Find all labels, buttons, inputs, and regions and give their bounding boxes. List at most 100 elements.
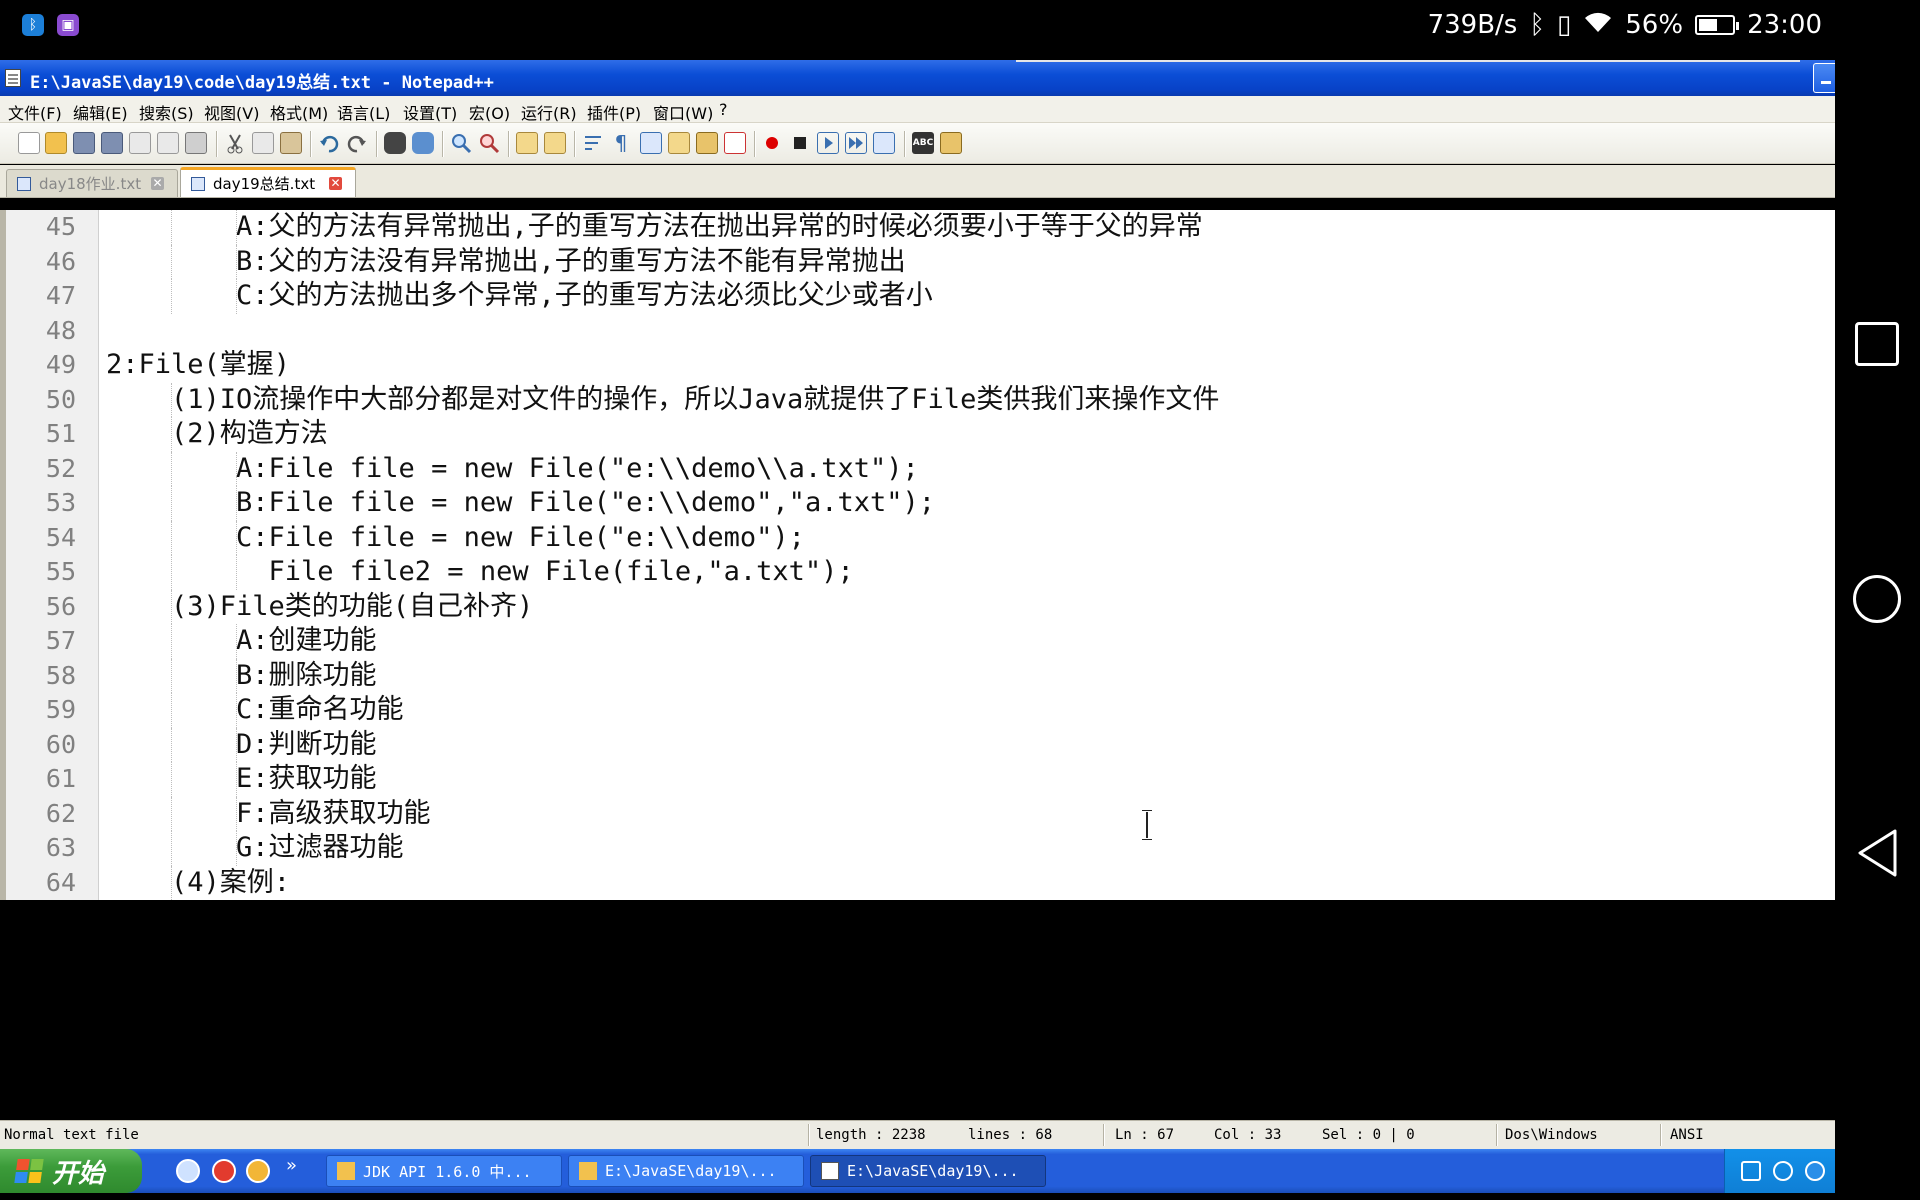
menu-plugins[interactable]: 插件(P) [587,100,641,124]
stop-macro-icon[interactable] [789,132,811,154]
editor-line[interactable]: 47 C:父的方法抛出多个异常,子的重写方法必须比父少或者小 [6,279,1835,314]
show-all-chars-icon[interactable]: ¶ [610,132,632,154]
find-icon[interactable] [384,132,406,154]
indent-guide [236,279,237,314]
menu-file[interactable]: 文件(F) [8,100,62,124]
close-icon[interactable]: ✕ [329,177,342,190]
line-number: 61 [45,764,76,793]
save-macro-icon[interactable] [873,132,895,154]
editor-line[interactable]: 63 G:过滤器功能 [6,831,1835,866]
menu-language[interactable]: 语言(L) [337,100,390,124]
save-icon[interactable] [73,132,95,154]
editor-line[interactable]: 50 (1)IO流操作中大部分都是对文件的操作，所以Java就提供了File类供我… [6,382,1835,417]
editor-line[interactable]: 54 C:File file = new File("e:\\demo"); [6,520,1835,555]
new-file-icon[interactable] [18,132,40,154]
editor-line[interactable]: 53 B:File file = new File("e:\\demo","a.t… [6,486,1835,521]
start-button[interactable]: 开始 [0,1149,142,1193]
redo-icon[interactable] [346,132,368,154]
line-number: 55 [45,557,76,586]
line-text: (2)构造方法 [171,418,328,449]
editor-line[interactable]: 46 B:父的方法没有异常抛出,子的重写方法不能有异常抛出 [6,244,1835,279]
tab-day19[interactable]: day19总结.txt ✕ [180,167,356,197]
spell-check-icon[interactable]: ABC [912,132,934,154]
editor-line[interactable]: 45 A:父的方法有异常抛出,子的重写方法在抛出异常的时候必须要小于等于父的异常 [6,210,1835,245]
editor-line[interactable]: 49 2:File(掌握) [6,348,1835,383]
task-explorer[interactable]: E:\JavaSE\day19\... [568,1155,804,1187]
menu-view[interactable]: 视图(V) [204,100,259,124]
menu-macro[interactable]: 宏(O) [469,100,510,124]
zoom-in-icon[interactable] [450,132,472,154]
globe-icon[interactable] [1805,1161,1825,1181]
editor-line[interactable]: 59 C:重命名功能 [6,693,1835,728]
menu-window[interactable]: 窗口(W) [653,100,713,124]
bluetooth-icon: ᛒ [1529,10,1545,40]
media-player-icon[interactable] [212,1159,236,1183]
close-icon[interactable]: ✕ [151,177,164,190]
editor-line[interactable]: 48 [6,314,1835,349]
menu-help[interactable]: ? [719,100,728,119]
android-nav-bar [1835,0,1920,1200]
tab-label: day19总结.txt [213,175,316,193]
status-encoding[interactable]: ANSI [1670,1127,1704,1143]
editor-line[interactable]: 55 File file2 = new File(file,"a.txt"); [6,555,1835,590]
editor-line[interactable]: 56 (3)File类的功能(自己补齐) [6,589,1835,624]
editor-line[interactable]: 60 D:判断功能 [6,727,1835,762]
zoom-out-icon[interactable] [478,132,500,154]
replace-icon[interactable] [412,132,434,154]
sync-horizontal-icon[interactable] [544,132,566,154]
line-number: 64 [45,867,76,897]
word-wrap-icon[interactable] [582,132,604,154]
indent-guide [171,451,172,486]
text-editor[interactable]: 45 A:父的方法有异常抛出,子的重写方法在抛出异常的时候必须要小于等于父的异常 4… [0,210,1835,900]
chevron-right-icon[interactable]: » [286,1155,297,1176]
menu-edit[interactable]: 编辑(E) [73,100,128,124]
cut-icon[interactable] [224,132,246,154]
open-file-icon[interactable] [45,132,67,154]
close-file-icon[interactable] [129,132,151,154]
menu-search[interactable]: 搜索(S) [139,100,194,124]
editor-line[interactable]: 51 (2)构造方法 [6,417,1835,452]
monitor-icon[interactable] [1741,1161,1761,1181]
window-title-bar[interactable]: E:\JavaSE\day19\code\day19总结.txt - Notep… [0,60,1835,96]
editor-line[interactable]: 64 (4)案例: [6,865,1835,900]
plugin-icon[interactable] [940,132,962,154]
paste-icon[interactable] [280,132,302,154]
copy-icon[interactable] [252,132,274,154]
tab-day18[interactable]: day18作业.txt ✕ [6,169,178,197]
messenger-icon[interactable] [246,1159,270,1183]
ie-icon[interactable] [176,1159,200,1183]
indent-guide [171,693,172,728]
undo-icon[interactable] [318,132,340,154]
editor-line[interactable]: 62 F:高级获取功能 [6,796,1835,831]
task-notepadpp[interactable]: E:\JavaSE\day19\... [810,1155,1046,1187]
status-length: length : 2238 [816,1127,926,1143]
home-icon[interactable] [1853,575,1901,623]
menu-format[interactable]: 格式(M) [270,100,328,124]
editor-line[interactable]: 52 A:File file = new File("e:\\demo\\a.tx… [6,451,1835,486]
editor-line[interactable]: 57 A:创建功能 [6,624,1835,659]
user-lang-icon[interactable] [668,132,690,154]
line-number: 59 [45,695,76,724]
minimize-button[interactable] [1813,63,1835,93]
recent-apps-icon[interactable] [1855,322,1899,366]
task-jdk-api[interactable]: JDK API 1.6.0 中... [326,1155,562,1187]
back-icon[interactable] [1855,828,1903,877]
function-list-icon[interactable] [724,132,746,154]
indent-guide-icon[interactable] [640,132,662,154]
menu-run[interactable]: 运行(R) [521,100,577,124]
print-icon[interactable] [185,132,207,154]
status-eol[interactable]: Dos\Windows [1505,1127,1598,1143]
menu-settings[interactable]: 设置(T) [403,100,457,124]
run-macro-multiple-icon[interactable] [845,132,867,154]
notepad-icon [5,69,21,87]
network-icon[interactable] [1773,1161,1793,1181]
save-all-icon[interactable] [101,132,123,154]
line-text: C:父的方法抛出多个异常,子的重写方法必须比父少或者小 [236,280,933,311]
doc-map-icon[interactable] [696,132,718,154]
record-macro-icon[interactable] [761,132,783,154]
sync-vertical-icon[interactable] [516,132,538,154]
editor-line[interactable]: 61 E:获取功能 [6,762,1835,797]
close-all-icon[interactable] [157,132,179,154]
editor-line[interactable]: 58 B:删除功能 [6,658,1835,693]
play-macro-icon[interactable] [817,132,839,154]
